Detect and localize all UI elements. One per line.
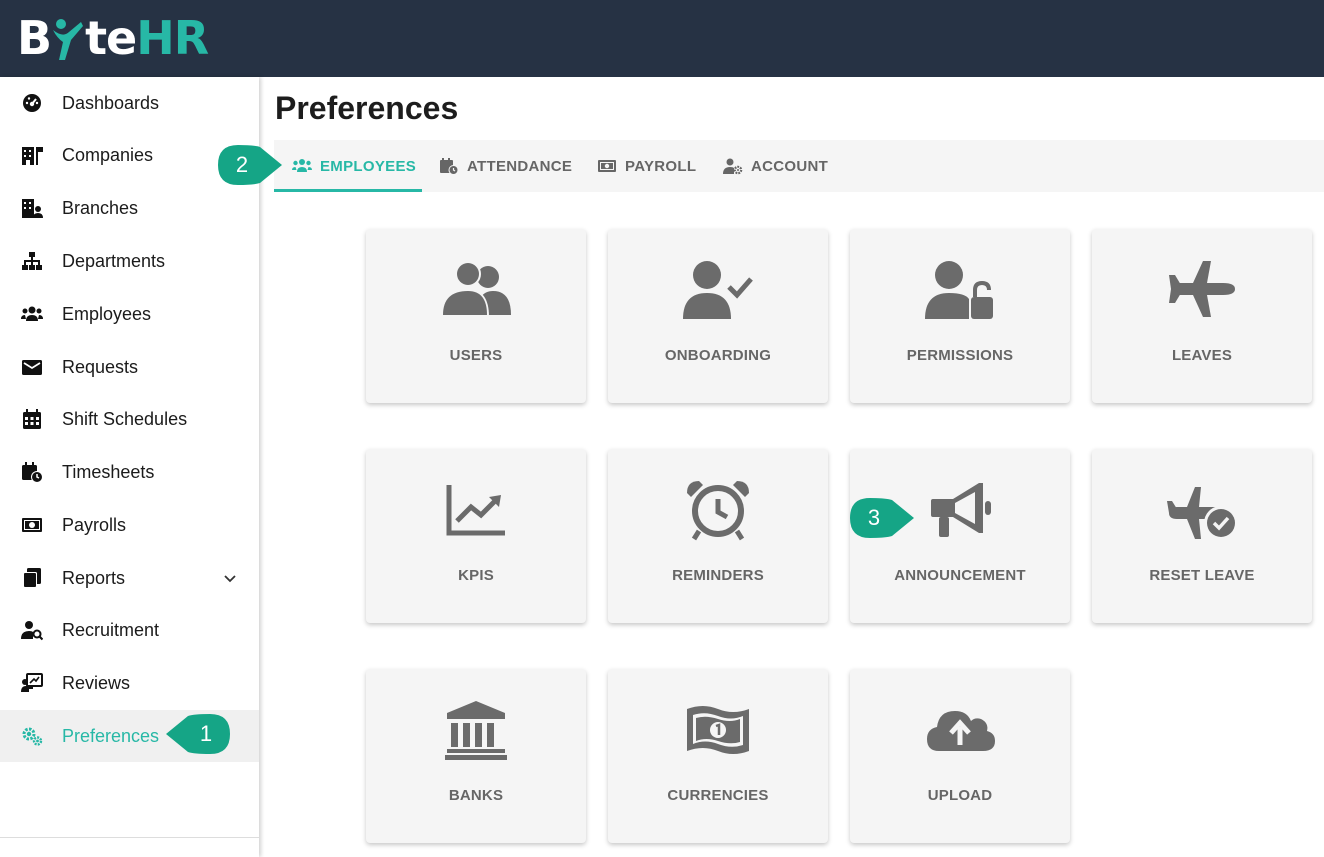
card-label: USERS bbox=[449, 347, 503, 364]
card-leaves[interactable]: LEAVES bbox=[1092, 229, 1312, 403]
card-label: PERMISSIONS bbox=[906, 347, 1014, 364]
tab-attendance[interactable]: ATTENDANCE bbox=[439, 140, 572, 192]
logo-letters-te: te bbox=[85, 11, 137, 65]
chevron-down-icon[interactable] bbox=[222, 570, 238, 586]
calendar-icon bbox=[21, 408, 43, 430]
users-icon bbox=[292, 157, 312, 175]
dashboard-gauge-icon bbox=[21, 92, 43, 114]
card-label: ONBOARDING bbox=[664, 347, 772, 364]
user-gear-icon bbox=[723, 157, 743, 175]
bullhorn-icon bbox=[925, 479, 995, 541]
sidebar-item-requests[interactable]: Requests bbox=[0, 341, 259, 393]
copy-document-icon bbox=[21, 567, 43, 589]
sidebar-item-branches[interactable]: Branches bbox=[0, 182, 259, 234]
card-label: LEAVES bbox=[1171, 347, 1233, 364]
sidebar-item-label: Companies bbox=[62, 144, 154, 165]
building-user-icon bbox=[21, 197, 43, 219]
plane-check-icon bbox=[1167, 479, 1237, 541]
sidebar-item-label: Branches bbox=[62, 197, 139, 218]
sidebar-divider bbox=[0, 837, 259, 838]
sidebar-item-label: Requests bbox=[62, 356, 139, 377]
active-tab-indicator bbox=[274, 189, 422, 192]
sidebar-item-reports[interactable]: Reports bbox=[0, 552, 259, 604]
sidebar-item-employees[interactable]: Employees bbox=[0, 288, 259, 340]
sidebar-item-label: Employees bbox=[62, 303, 152, 324]
money-bill-wave-icon bbox=[683, 699, 753, 761]
sidebar-item-label: Dashboards bbox=[62, 92, 160, 113]
bytehr-logo[interactable]: B te HR bbox=[17, 10, 209, 66]
preferences-tabs: EMPLOYEES ATTENDANCE PAYROLL ACCOUNT bbox=[274, 140, 1324, 192]
sidebar-item-shift-schedules[interactable]: Shift Schedules bbox=[0, 393, 259, 445]
sidebar-item-label: Shift Schedules bbox=[62, 408, 188, 429]
sidebar-item-departments[interactable]: Departments bbox=[0, 235, 259, 287]
money-bill-icon bbox=[597, 157, 617, 175]
card-label: REMINDERS bbox=[672, 567, 764, 584]
tab-payroll[interactable]: PAYROLL bbox=[597, 140, 696, 192]
card-label: KPIS bbox=[458, 567, 494, 584]
card-label: RESET LEAVE bbox=[1149, 567, 1255, 584]
alarm-clock-icon bbox=[683, 479, 753, 541]
org-chart-icon bbox=[21, 250, 43, 272]
sidebar-item-payrolls[interactable]: Payrolls bbox=[0, 499, 259, 551]
card-permissions[interactable]: PERMISSIONS bbox=[850, 229, 1070, 403]
calendar-clock-icon bbox=[439, 157, 459, 175]
sidebar-item-dashboards[interactable]: Dashboards bbox=[0, 77, 259, 129]
user-check-icon bbox=[683, 259, 753, 321]
gears-icon bbox=[21, 725, 43, 747]
card-label: ANNOUNCEMENT bbox=[894, 567, 1026, 584]
chart-line-icon bbox=[441, 479, 511, 541]
callout-number: 2 bbox=[235, 152, 249, 177]
calendar-clock-icon bbox=[21, 461, 43, 483]
sidebar-item-label: Departments bbox=[62, 250, 166, 271]
tab-label: ATTENDANCE bbox=[467, 157, 573, 175]
card-users[interactable]: USERS bbox=[366, 229, 586, 403]
sidebar-item-recruitment[interactable]: Recruitment bbox=[0, 604, 259, 656]
building-flag-icon bbox=[21, 144, 43, 166]
sidebar-item-timesheets[interactable]: Timesheets bbox=[0, 446, 259, 498]
card-reset-leave[interactable]: RESET LEAVE bbox=[1092, 449, 1312, 623]
card-label: BANKS bbox=[448, 787, 504, 804]
callout-marker-2: 2 bbox=[218, 145, 282, 185]
logo-letter-b: B bbox=[17, 11, 52, 65]
card-reminders[interactable]: REMINDERS bbox=[608, 449, 828, 623]
sidebar-item-label: Reports bbox=[62, 567, 126, 588]
card-kpis[interactable]: KPIS bbox=[366, 449, 586, 623]
chalkboard-user-icon bbox=[21, 672, 43, 694]
users-icon bbox=[441, 259, 511, 321]
tab-account[interactable]: ACCOUNT bbox=[723, 140, 828, 192]
plane-icon bbox=[1167, 259, 1237, 321]
sidebar-item-label: Recruitment bbox=[62, 619, 160, 640]
page-title: Preferences bbox=[275, 90, 459, 126]
tab-label: PAYROLL bbox=[625, 157, 697, 175]
callout-marker-1: 1 bbox=[166, 714, 230, 754]
card-label: UPLOAD bbox=[927, 787, 993, 804]
sidebar-item-label: Preferences bbox=[62, 725, 160, 746]
card-banks[interactable]: BANKS bbox=[366, 669, 586, 843]
user-lock-icon bbox=[925, 259, 995, 321]
callout-number: 1 bbox=[199, 721, 213, 746]
card-currencies[interactable]: CURRENCIES bbox=[608, 669, 828, 843]
cloud-upload-icon bbox=[925, 699, 995, 761]
bank-icon bbox=[441, 699, 511, 761]
user-search-icon bbox=[21, 619, 43, 641]
tab-employees[interactable]: EMPLOYEES bbox=[292, 140, 416, 192]
sidebar-item-label: Timesheets bbox=[62, 461, 155, 482]
sidebar-item-reviews[interactable]: Reviews bbox=[0, 657, 259, 709]
card-onboarding[interactable]: ONBOARDING bbox=[608, 229, 828, 403]
tab-label: ACCOUNT bbox=[751, 157, 829, 175]
tab-label: EMPLOYEES bbox=[320, 157, 417, 175]
users-icon bbox=[21, 303, 43, 325]
logo-letters-hr: HR bbox=[136, 11, 209, 65]
sidebar-item-label: Payrolls bbox=[62, 514, 127, 535]
money-bill-icon bbox=[21, 514, 43, 536]
card-upload[interactable]: UPLOAD bbox=[850, 669, 1070, 843]
top-header: B te HR bbox=[0, 0, 1324, 77]
sidebar-item-label: Reviews bbox=[62, 672, 131, 693]
card-label: CURRENCIES bbox=[667, 787, 769, 804]
callout-marker-3: 3 bbox=[850, 498, 914, 538]
callout-number: 3 bbox=[867, 505, 881, 530]
logo-figure-icon bbox=[51, 14, 85, 62]
envelope-icon bbox=[21, 356, 43, 378]
